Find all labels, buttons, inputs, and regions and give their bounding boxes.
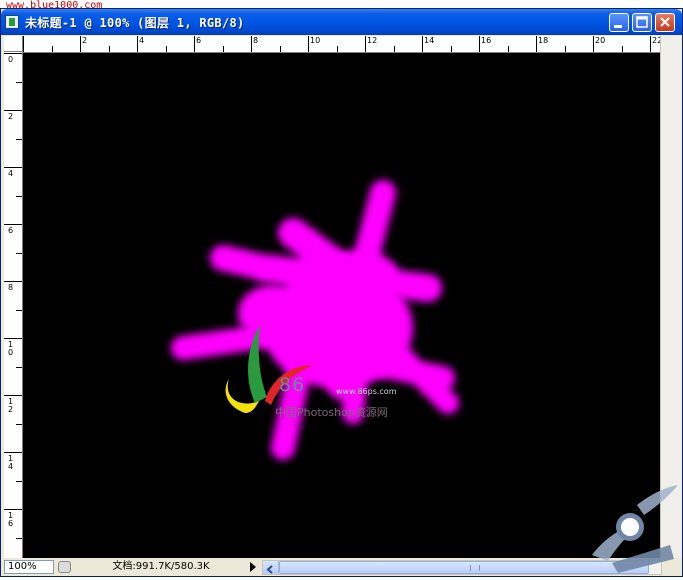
ruler-tick	[16, 139, 22, 140]
close-icon	[660, 17, 670, 27]
ruler-tick	[451, 46, 452, 52]
ruler-tick	[16, 310, 22, 311]
ruler-label: 12	[367, 36, 378, 45]
ruler-label: 10	[310, 36, 321, 45]
ruler-tick	[4, 452, 22, 453]
document-window: 未标题-1 @ 100% (图层 1, RGB/8) 2 4 6 8 10 12 14 16 1…	[0, 8, 683, 577]
ruler-tick	[109, 46, 110, 52]
ruler-tick	[650, 36, 651, 52]
ruler-tick	[194, 36, 195, 52]
ruler-tick	[4, 110, 22, 111]
close-button[interactable]	[655, 13, 675, 32]
ruler-label: 6	[8, 226, 14, 235]
ruler-tick	[4, 395, 22, 396]
ruler-label: 0	[8, 55, 14, 64]
ruler-tick	[308, 36, 309, 52]
ruler-label: 1 6	[8, 511, 14, 528]
magenta-brush-strokes	[171, 180, 459, 460]
ruler-tick	[16, 367, 22, 368]
status-arrow-icon[interactable]	[250, 562, 256, 572]
ruler-tick	[593, 36, 594, 52]
ruler-tick	[166, 46, 167, 52]
ruler-tick	[16, 481, 22, 482]
ruler-label: 8	[8, 283, 14, 292]
maximize-button[interactable]	[632, 13, 652, 32]
document-size-info: 文档:991.7K/580.3K	[112, 561, 210, 572]
horizontal-ruler[interactable]: 2 4 6 8 10 12 14 16 18 20 22	[23, 36, 660, 53]
logo-text: 86	[279, 374, 306, 396]
wing-badge-icon	[592, 485, 678, 573]
ruler-tick	[394, 46, 395, 52]
ruler-tick	[508, 46, 509, 52]
minimize-icon	[614, 25, 622, 28]
ruler-label: 4	[139, 36, 145, 45]
ruler-origin[interactable]	[4, 36, 23, 52]
ruler-tick	[280, 46, 281, 52]
ruler-label: 16	[481, 36, 492, 45]
ruler-tick	[80, 36, 81, 52]
logo-url: www.86ps.com	[336, 387, 397, 396]
ruler-label: 8	[253, 36, 259, 45]
ruler-tick	[16, 253, 22, 254]
ruler-tick	[16, 424, 22, 425]
ruler-label: 2	[8, 112, 14, 121]
ruler-label: 22	[652, 36, 660, 45]
minimize-button[interactable]	[609, 13, 629, 32]
logo-subtitle: 中国Photoshop资源网	[275, 406, 388, 419]
ruler-tick	[4, 53, 22, 54]
ruler-tick	[16, 82, 22, 83]
scroll-grip-icon	[470, 565, 480, 571]
ruler-tick	[4, 281, 22, 282]
ruler-label: 20	[595, 36, 606, 45]
image-canvas[interactable]: 86 www.86ps.com 中国Photoshop资源网	[23, 53, 660, 558]
status-bar: 100% 文档:991.7K/580.3K	[4, 559, 681, 576]
ruler-tick	[16, 538, 22, 539]
ruler-label: 18	[538, 36, 549, 45]
ruler-tick	[337, 46, 338, 52]
photoshop-document-icon[interactable]	[5, 15, 19, 29]
ruler-label: 14	[424, 36, 435, 45]
ruler-tick	[622, 46, 623, 52]
ruler-tick	[137, 36, 138, 52]
ruler-tick	[4, 167, 22, 168]
ruler-tick	[479, 36, 480, 52]
zoom-input[interactable]: 100%	[4, 560, 54, 574]
ruler-tick	[565, 46, 566, 52]
maximize-icon	[636, 16, 648, 28]
window-title: 未标题-1 @ 100% (图层 1, RGB/8)	[25, 16, 245, 30]
ruler-tick	[4, 338, 22, 339]
ruler-label: 1 2	[8, 397, 14, 414]
ruler-label: 1 4	[8, 454, 14, 471]
ruler-tick	[251, 36, 252, 52]
ruler-label: 6	[196, 36, 202, 45]
ruler-label: 2	[82, 36, 88, 45]
ruler-tick	[16, 196, 22, 197]
ruler-tick	[365, 36, 366, 52]
ruler-tick	[23, 36, 24, 52]
status-menu-icon[interactable]	[58, 561, 71, 573]
chevron-left-icon	[266, 565, 273, 574]
ruler-tick	[536, 36, 537, 52]
scroll-left-button[interactable]	[263, 561, 279, 574]
title-bar[interactable]: 未标题-1 @ 100% (图层 1, RGB/8)	[1, 9, 682, 35]
ruler-tick	[52, 46, 53, 52]
ruler-tick	[4, 509, 22, 510]
ruler-label: 1 0	[8, 340, 14, 357]
ruler-label: 4	[8, 169, 14, 178]
ruler-tick	[4, 224, 22, 225]
ruler-tick	[223, 46, 224, 52]
vertical-ruler[interactable]: 0 2 4 6 8 1 0 1 2 1 4 1 6	[4, 52, 23, 558]
ruler-tick	[422, 36, 423, 52]
